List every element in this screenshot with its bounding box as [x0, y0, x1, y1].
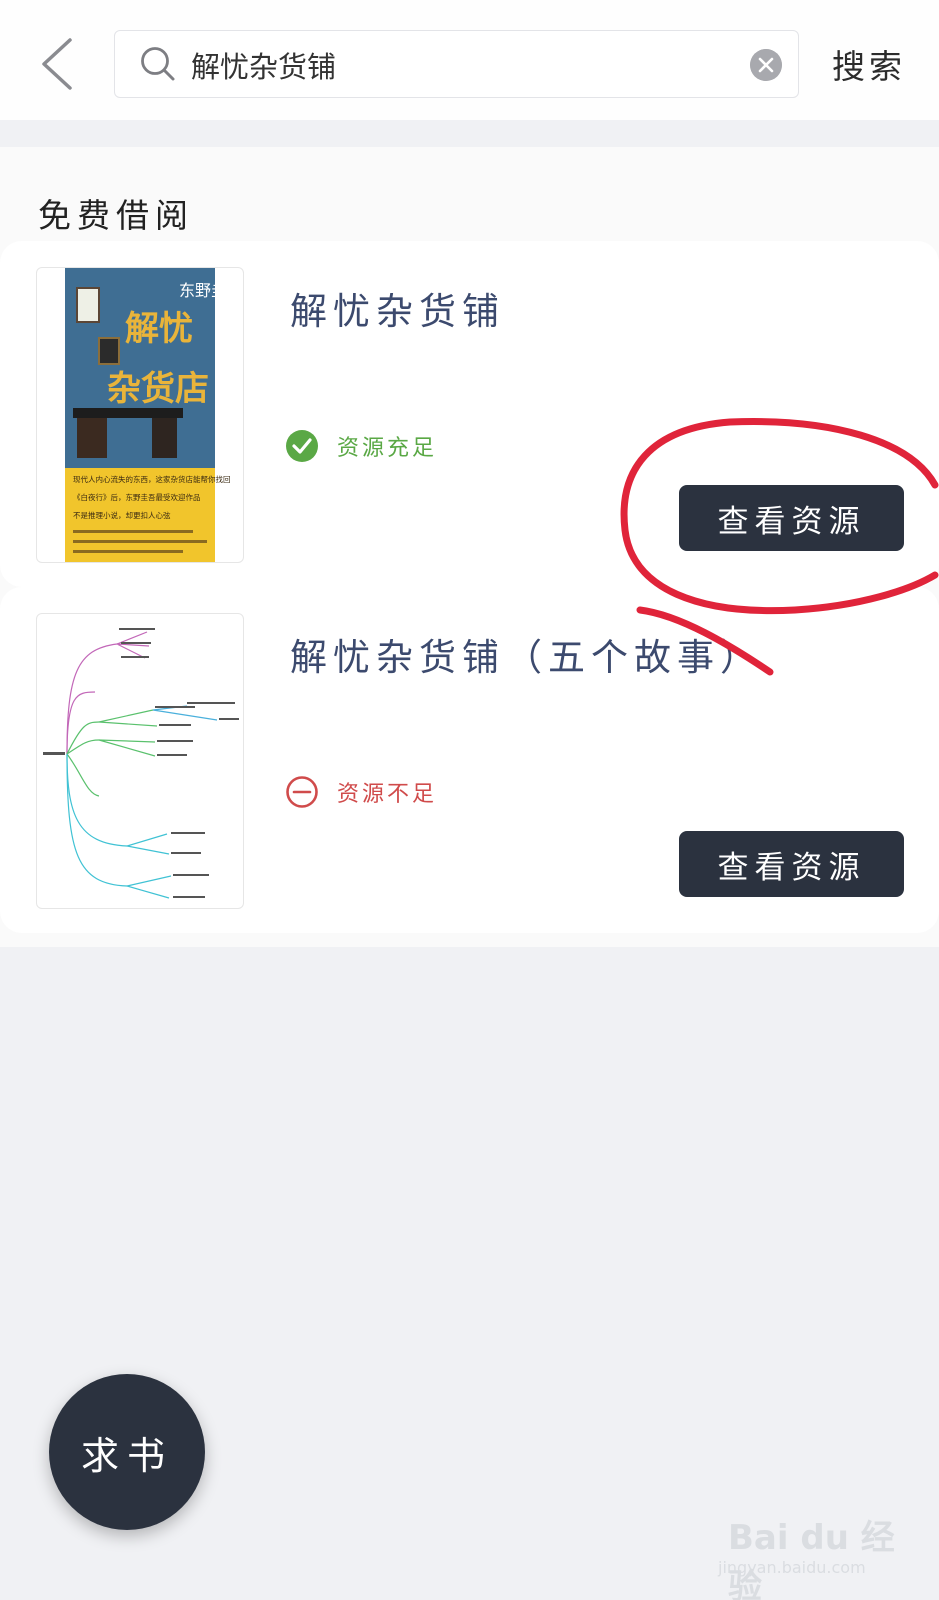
baidu-jingyan-watermark: Bai du 经验 jingyan.baidu.com	[718, 1500, 898, 1600]
section-title: 免费借阅	[38, 196, 194, 235]
request-book-button[interactable]: 求书	[49, 1374, 205, 1530]
search-results-page: 搜索 免费借阅 解忧 杂货店 东野圭吾 现代人内心流失的东西，	[0, 0, 939, 1600]
book-cover-image: 解忧 杂货店 东野圭吾 现代人内心流失的东西，这家杂货店能帮你找回 《白夜行》后…	[65, 268, 243, 562]
status-text: 资源充足	[337, 436, 438, 461]
search-box[interactable]	[114, 30, 799, 98]
svg-text:解忧: 解忧	[125, 309, 193, 349]
check-circle-icon	[286, 430, 318, 462]
search-icon	[141, 47, 175, 81]
top-bar: 搜索	[0, 0, 939, 120]
clear-search-icon[interactable]	[750, 49, 782, 81]
results-panel: 免费借阅 解忧 杂货店 东野圭吾 现代人内心流失的东西，这家杂货店能帮你找回 《…	[0, 147, 939, 947]
svg-text:杂货店: 杂货店	[107, 369, 209, 409]
search-input[interactable]	[191, 43, 751, 87]
resource-status: 资源充足	[285, 429, 437, 463]
search-button[interactable]: 搜索	[832, 40, 906, 88]
book-title[interactable]: 解忧杂货铺	[290, 281, 505, 335]
book-cover[interactable]	[36, 613, 244, 909]
svg-text:现代人内心流失的东西，这家杂货店能帮你找回: 现代人内心流失的东西，这家杂货店能帮你找回	[73, 474, 231, 484]
svg-text:《白夜行》后，东野圭吾最受欢迎作品: 《白夜行》后，东野圭吾最受欢迎作品	[73, 492, 201, 502]
mind-map-image	[43, 628, 239, 899]
book-cover[interactable]: 解忧 杂货店 东野圭吾 现代人内心流失的东西，这家杂货店能帮你找回 《白夜行》后…	[36, 267, 244, 563]
minus-circle-icon	[286, 776, 318, 808]
watermark-url: jingyan.baidu.com	[718, 1558, 866, 1577]
view-resource-button[interactable]: 查看资源	[679, 485, 904, 551]
back-arrow-icon[interactable]	[36, 34, 80, 94]
result-card[interactable]: 解忧 杂货店 东野圭吾 现代人内心流失的东西，这家杂货店能帮你找回 《白夜行》后…	[0, 241, 939, 587]
result-card[interactable]: 解忧杂货铺（五个故事） 资源不足 查看资源	[0, 587, 939, 933]
watermark-logo-text: Bai du 经验	[728, 1518, 895, 1600]
resource-status: 资源不足	[285, 775, 437, 809]
svg-text:不是推理小说，却更扣人心弦: 不是推理小说，却更扣人心弦	[73, 510, 171, 520]
status-text: 资源不足	[337, 782, 438, 807]
book-title[interactable]: 解忧杂货铺（五个故事）	[290, 627, 763, 681]
svg-text:东野圭吾: 东野圭吾	[179, 281, 243, 300]
view-resource-button[interactable]: 查看资源	[679, 831, 904, 897]
